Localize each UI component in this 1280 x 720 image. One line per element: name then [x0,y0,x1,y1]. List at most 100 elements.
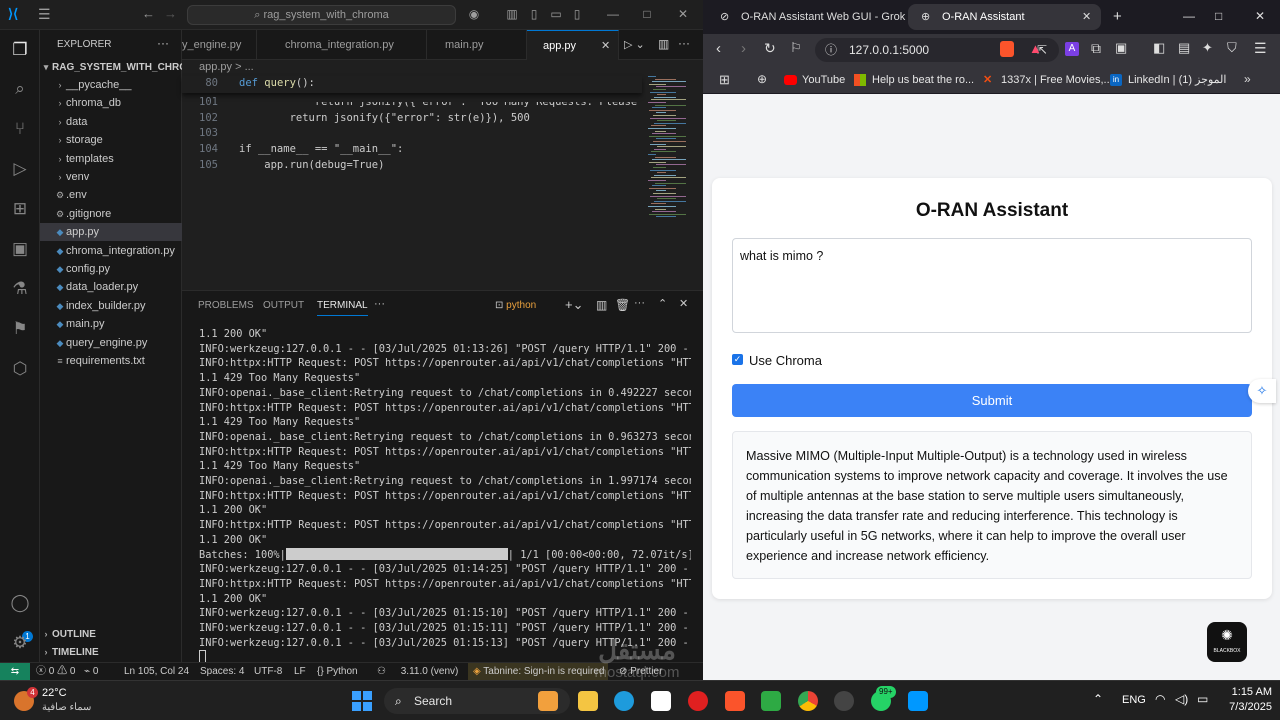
vscode-taskbar-icon[interactable] [908,691,928,711]
bookmark-linkedin[interactable]: in LinkedIn | الموجز (1) [1110,72,1226,88]
tab-problems[interactable]: PROBLEMS [198,296,254,316]
more-actions-icon[interactable]: ··· [634,297,645,309]
close-panel-icon[interactable]: ✕ [679,297,688,310]
breadcrumb[interactable]: app.py > ... [199,61,254,73]
start-windows-icon[interactable] [352,691,372,711]
explorer-root-folder[interactable]: ▾ RAG_SYSTEM_WITH_CHRO... [40,58,182,76]
query-input[interactable] [732,238,1252,333]
edge-icon[interactable] [614,691,634,711]
accounts-icon[interactable]: ◯ [8,591,32,615]
language-mode[interactable]: {} Python [317,663,358,681]
split-terminal-icon[interactable]: ▥ [596,298,607,312]
show-hidden-icons[interactable]: ⌃ [1093,692,1103,706]
youtube-music-icon[interactable] [688,691,708,711]
explorer-file[interactable]: ⚙ .env [40,186,182,204]
chrome-icon[interactable] [798,691,818,711]
explorer-file[interactable]: ◆ index_builder.py [40,297,182,315]
address-bar[interactable]: ⓘ 127.0.0.1:5000 ⇱ [815,38,1059,62]
explorer-file[interactable]: ◆ main.py [40,315,182,333]
explorer-folder[interactable]: › data [40,113,182,131]
back-icon[interactable]: ‹ [716,40,721,57]
bookmark-1337x[interactable]: ✕ 1337x | Free Movies,... [983,72,1113,88]
browser-tab-grok[interactable]: ⊘ O-RAN Assistant Web GUI - Grok [707,4,905,30]
explorer-file[interactable]: ⚙ .gitignore [40,205,182,223]
extensions-icon[interactable]: ⊞ [8,197,32,221]
maximize-icon[interactable]: □ [1215,9,1222,23]
blackbox-button[interactable]: ✺ BLACKBOX [1207,622,1247,662]
tab-terminal[interactable]: TERMINAL [317,296,368,316]
back-arrow-icon[interactable]: ← [142,6,155,21]
explorer-file[interactable]: ◆ chroma_integration.py [40,242,182,260]
weather-widget[interactable]: 4 22°C سماء صافية [14,685,104,717]
run-icon[interactable]: ▷ ⌄ [624,38,645,51]
explorer-file[interactable]: ◆ query_engine.py [40,334,182,352]
explorer-folder[interactable]: › storage [40,131,182,149]
bookmark-icon[interactable]: ⚑ [8,317,32,341]
remote-explorer-icon[interactable]: ▣ [8,237,32,261]
bookmark-icon[interactable]: ⚐ [790,40,802,56]
brave-shields-icon[interactable] [1000,41,1014,57]
indentation[interactable]: Spaces: 4 [200,663,244,681]
language-indicator[interactable]: ENG [1122,694,1146,706]
minimize-icon[interactable]: — [1183,9,1195,23]
close-tab-icon[interactable]: ✕ [601,31,610,60]
media-player-icon[interactable] [834,691,854,711]
toggle-secondary-sidebar-icon[interactable]: ▯ [570,7,584,21]
brave-icon[interactable] [725,691,745,711]
copilot-icon[interactable]: ◉ [467,7,481,21]
files-icon[interactable]: ❐ [8,38,32,62]
more-actions-icon[interactable]: ··· [374,298,385,310]
explorer-folder[interactable]: › __pycache__ [40,76,182,94]
menu-icon[interactable]: ☰ [38,6,51,23]
vpn-icon[interactable]: ⛉ [1227,40,1237,56]
more-actions-icon[interactable]: ··· [678,36,690,50]
run-debug-icon[interactable]: ▷ [8,157,32,181]
reader-icon[interactable]: ▣ [1115,40,1127,56]
explorer-folder[interactable]: › venv [40,168,182,186]
command-center[interactable]: ⌕ rag_system_with_chroma [187,5,456,25]
close-icon[interactable]: ✕ [676,7,690,21]
outline-section[interactable]: › OUTLINE [40,625,182,643]
extensions-icon[interactable]: ⧉ [1091,40,1101,57]
testing-icon[interactable]: ⚗ [8,277,32,301]
leo-ai-icon[interactable]: ✦ [1202,40,1213,56]
source-control-icon[interactable]: ⑂ [8,117,32,141]
new-terminal-icon[interactable]: +⌄ [565,297,583,313]
more-actions-icon[interactable]: ··· [157,36,169,50]
clock[interactable]: 1:15 AM 7/3/2025 [1222,685,1272,715]
minimap[interactable] [646,76,692,221]
notion-icon[interactable] [651,691,671,711]
toggle-sidebar-icon[interactable]: ▯ [527,7,541,21]
search-icon[interactable]: ⌕ [8,77,32,101]
trash-icon[interactable]: 🗑 [615,298,630,312]
cursor-position[interactable]: Ln 105, Col 24 [124,663,189,681]
remote-indicator[interactable]: ⇆ [0,663,30,681]
search-highlight-icon[interactable] [538,691,558,711]
ports-indicator[interactable]: ⌁ 0 [84,663,98,681]
volume-icon[interactable]: ◁) [1175,692,1188,706]
minimize-icon[interactable]: — [606,7,620,21]
end-of-line[interactable]: LF [294,663,306,681]
battery-icon[interactable]: ▭ [1197,692,1208,706]
menu-icon[interactable]: ☰ [1254,40,1267,57]
explorer-file[interactable]: ◆ data_loader.py [40,278,182,296]
encoding[interactable]: UTF-8 [254,663,282,681]
bookmark-help-us[interactable]: Help us beat the ro... [854,72,974,88]
submit-button[interactable]: Submit [732,384,1252,417]
bookmark-youtube[interactable]: YouTube [784,72,845,88]
close-tab-icon[interactable]: ✕ [1082,4,1091,30]
apps-grid-icon[interactable]: ⊞ [719,72,730,88]
tab-query-engine[interactable]: y_engine.py [182,30,257,60]
maximize-panel-icon[interactable]: ⌃ [658,297,667,310]
problems-indicator[interactable]: ⓧ 0 ⚠ 0 [36,663,75,681]
forward-icon[interactable]: › [741,40,746,57]
toggle-panel-icon[interactable]: ▭ [549,7,563,21]
browser-tab-oran[interactable]: ⊕ O-RAN Assistant ✕ [908,4,1101,30]
explorer-folder[interactable]: › chroma_db [40,94,182,112]
extension-a-icon[interactable]: A [1065,42,1079,56]
sidebar-icon[interactable]: ◧ [1153,40,1165,56]
reload-icon[interactable]: ↻ [764,40,776,57]
timeline-section[interactable]: › TIMELINE [40,643,182,661]
explorer-file[interactable]: ◆ config.py [40,260,182,278]
more-bookmarks-icon[interactable]: » [1244,72,1251,86]
